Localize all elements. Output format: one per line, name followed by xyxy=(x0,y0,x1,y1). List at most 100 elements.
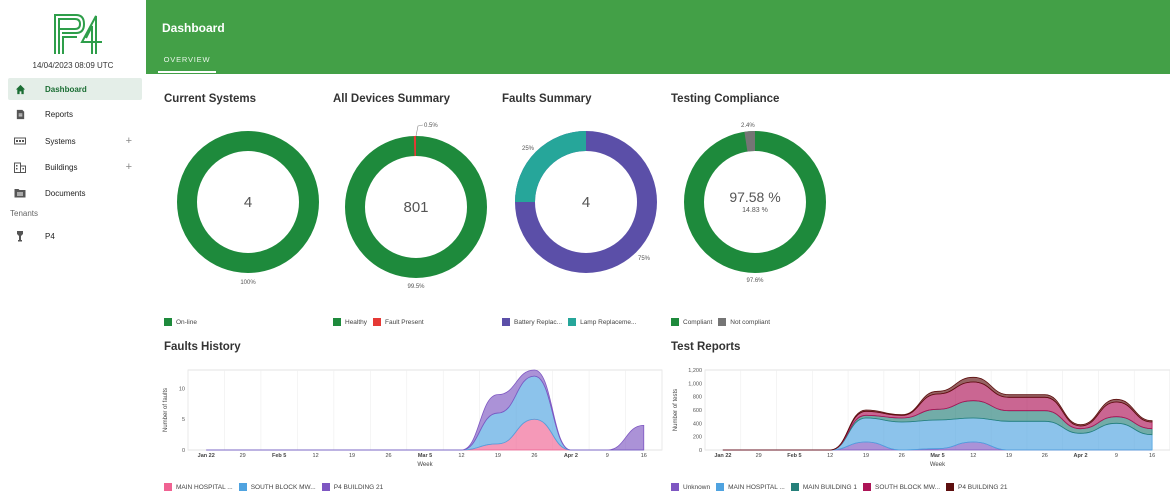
faults-summary-donut[interactable]: 25% 4 75% xyxy=(502,112,672,292)
home-icon xyxy=(14,83,26,95)
legend-item[interactable]: Unknown xyxy=(671,483,710,491)
legend-item-lamp[interactable]: Lamp Replaceme... xyxy=(568,318,636,326)
legend-swatch xyxy=(671,483,679,491)
sidebar-item-label: Systems xyxy=(45,136,76,146)
legend-swatch xyxy=(164,483,172,491)
legend-item-battery[interactable]: Battery Replac... xyxy=(502,318,562,326)
x-tick-label: 19 xyxy=(863,453,869,459)
faults-history-legend: MAIN HOSPITAL ... SOUTH BLOCK MW... P4 BUI… xyxy=(164,483,389,491)
faults-history-title: Faults History xyxy=(164,341,241,353)
active-tab-indicator xyxy=(158,71,216,73)
donut-center-subvalue: 14.83 % xyxy=(742,207,768,214)
tenants-heading: Tenants xyxy=(10,209,39,218)
x-tick-label: 12 xyxy=(458,453,464,459)
y-axis-label: Number of faults xyxy=(163,388,169,432)
all-devices-title: All Devices Summary xyxy=(333,93,450,105)
legend-label: MAIN HOSPITAL ... xyxy=(728,483,785,491)
sidebar-item-systems[interactable]: Systems + xyxy=(8,130,142,152)
x-tick-label: Mar 5 xyxy=(418,453,432,459)
sidebar-item-dashboard[interactable]: Dashboard xyxy=(8,78,142,100)
sidebar-item-documents[interactable]: Documents xyxy=(8,182,142,204)
y-tick-label: 5 xyxy=(182,417,185,423)
x-tick-label: 12 xyxy=(313,453,319,459)
expand-icon[interactable]: + xyxy=(126,135,132,147)
legend-item[interactable]: SOUTH BLOCK MW... xyxy=(863,483,940,491)
test-reports-chart[interactable]: 0 200 400 600 800 1,000 1,200 Jan 22 29 Feb 5 12 19… xyxy=(667,362,1170,472)
x-tick-label: Apr 2 xyxy=(1074,453,1088,459)
legend-swatch xyxy=(716,483,725,491)
legend-item[interactable]: SOUTH BLOCK MW... xyxy=(238,483,316,491)
sidebar-item-label: Buildings xyxy=(45,162,78,172)
x-tick-label: 26 xyxy=(899,453,905,459)
slice-pct-label-small: 2.4% xyxy=(741,123,755,129)
legend-item[interactable]: P4 BUILDING 21 xyxy=(321,483,384,491)
x-tick-label: 16 xyxy=(641,453,647,459)
all-devices-donut[interactable]: 0.5% 801 99.5% xyxy=(333,112,503,292)
x-tick-label: 26 xyxy=(385,453,391,459)
y-tick-label: 10 xyxy=(179,386,185,392)
legend-item[interactable]: P4 BUILDING 21 xyxy=(946,483,1008,491)
current-systems-donut[interactable]: 4 100% xyxy=(164,112,334,292)
legend-item-not-compliant[interactable]: Not compliant xyxy=(718,318,770,326)
legend-label: MAIN BUILDING 1 xyxy=(802,483,858,491)
expand-icon[interactable]: + xyxy=(126,161,132,173)
y-tick-label: 1,000 xyxy=(688,381,702,387)
legend-label: P4 BUILDING 21 xyxy=(333,483,384,491)
sidebar-item-buildings[interactable]: Buildings + xyxy=(8,156,142,178)
leader-line xyxy=(415,124,424,137)
legend-item-compliant[interactable]: Compliant xyxy=(671,318,712,326)
y-tick-label: 200 xyxy=(693,435,702,441)
area-series-1[interactable] xyxy=(206,375,644,451)
not-compliant-slice[interactable] xyxy=(744,131,756,152)
x-tick-label: 29 xyxy=(756,453,762,459)
test-reports-title: Test Reports xyxy=(671,341,741,353)
tab-overview[interactable]: OVERVIEW xyxy=(158,50,216,73)
folder-icon xyxy=(14,187,26,199)
y-tick-label: 600 xyxy=(693,408,702,414)
legend-swatch xyxy=(321,483,330,491)
legend-item-healthy[interactable]: Healthy xyxy=(333,318,367,326)
legend-label: P4 BUILDING 21 xyxy=(958,483,1008,491)
x-tick-label: Jan 22 xyxy=(198,453,215,459)
x-tick-label: 9 xyxy=(1115,453,1118,459)
legend-item-online[interactable]: On-line xyxy=(164,318,197,326)
legend-swatch xyxy=(790,483,799,491)
faults-summary-legend: Battery Replac... Lamp Replaceme... xyxy=(502,318,642,326)
current-systems-legend: On-line xyxy=(164,318,203,326)
area-series-2[interactable] xyxy=(206,369,645,451)
y-tick-label: 0 xyxy=(182,448,185,454)
x-tick-label: Jan 22 xyxy=(714,453,731,459)
x-axis-label: Week xyxy=(930,462,946,468)
y-tick-label: 800 xyxy=(693,395,702,401)
testing-compliance-legend: Compliant Not compliant xyxy=(671,318,776,326)
legend-label: MAIN HOSPITAL ... xyxy=(176,483,233,491)
legend-swatch xyxy=(238,483,247,491)
testing-compliance-donut[interactable]: 2.4% 97.58 % 14.83 % 97.6% xyxy=(671,112,841,292)
legend-swatch xyxy=(946,483,955,491)
sidebar-item-tenant-p4[interactable]: P4 xyxy=(8,225,142,247)
y-axis-label: Number of tests xyxy=(673,389,679,431)
faults-history-chart[interactable]: 0 5 10 Jan 22 29 Feb 5 12 19 26 Mar 5 12 19 26 Apr 2 9… xyxy=(160,362,670,472)
slice-pct-label: 99.5% xyxy=(407,284,425,290)
x-tick-label: 19 xyxy=(1006,453,1012,459)
legend-swatch xyxy=(863,483,872,491)
legend-item[interactable]: MAIN BUILDING 1 xyxy=(790,483,858,491)
y-tick-label: 1,200 xyxy=(688,368,702,374)
sidebar-item-label: Documents xyxy=(45,188,86,198)
donut-center-value: 97.58 % xyxy=(729,189,780,205)
slice-pct-label: 97.6% xyxy=(746,278,764,284)
legend-item[interactable]: MAIN HOSPITAL ... xyxy=(716,483,785,491)
slice-pct-label-small: 25% xyxy=(522,146,535,152)
x-tick-label: 16 xyxy=(1149,453,1155,459)
faults-summary-title: Faults Summary xyxy=(502,93,592,105)
all-devices-legend: Healthy Fault Present xyxy=(333,318,430,326)
legend-label: SOUTH BLOCK MW... xyxy=(250,483,316,491)
legend-item[interactable]: MAIN HOSPITAL ... xyxy=(164,483,233,491)
x-tick-label: 19 xyxy=(349,453,355,459)
lamp-replacement-slice[interactable] xyxy=(515,131,587,203)
area-series-0[interactable] xyxy=(206,418,644,451)
legend-item-fault-present[interactable]: Fault Present xyxy=(373,318,424,326)
sidebar: 14/04/2023 08:09 UTC Dashboard Reports S… xyxy=(0,0,146,491)
sidebar-item-reports[interactable]: Reports xyxy=(8,103,142,125)
report-icon xyxy=(14,108,26,120)
